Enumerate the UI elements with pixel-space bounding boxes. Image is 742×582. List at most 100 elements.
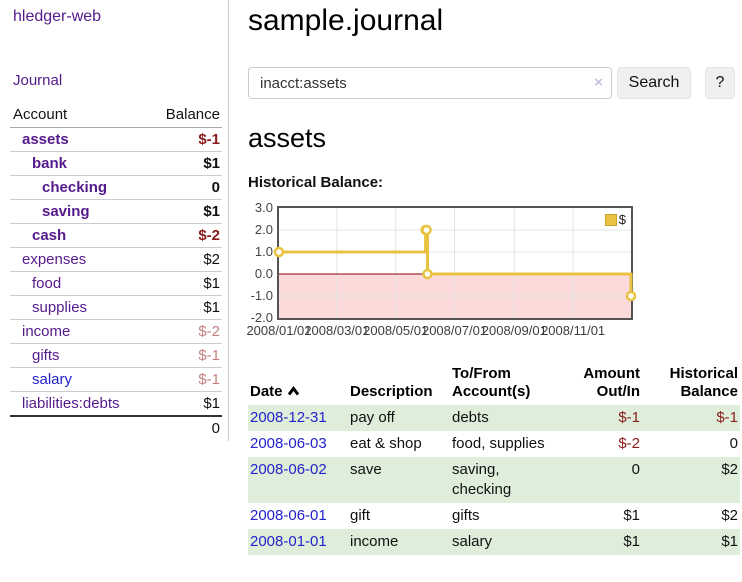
accounts-header-row: Account Balance	[10, 103, 222, 128]
help-button[interactable]: ?	[705, 67, 735, 99]
transaction-date-link[interactable]: 2008-06-03	[250, 435, 327, 452]
transactions-table: Date Description To/From Account(s) Amou…	[248, 363, 740, 555]
transaction-amount: $1	[556, 529, 642, 555]
legend-swatch-icon	[605, 214, 617, 226]
account-link-liabilities-debts[interactable]: liabilities:debts	[12, 395, 120, 412]
transaction-date-link[interactable]: 2008-06-01	[250, 507, 327, 524]
account-balance: $-1	[150, 368, 222, 392]
transaction-row: 2008-06-03 eat & shopfood, supplies$-20	[248, 431, 740, 457]
transaction-date-link[interactable]: 2008-06-02	[250, 461, 327, 478]
account-link-salary[interactable]: salary	[12, 371, 72, 388]
transaction-accounts: gifts	[450, 503, 556, 529]
nav-journal-link[interactable]: Journal	[13, 72, 228, 89]
y-axis-tick-label: 1.0	[239, 244, 273, 260]
account-balance: $1	[150, 392, 222, 417]
account-row: cash $-2	[10, 224, 222, 248]
transaction-date-link[interactable]: 2008-12-31	[250, 409, 327, 426]
transaction-description: pay off	[348, 405, 450, 431]
search-input[interactable]	[248, 67, 612, 99]
column-header-balance: Historical Balance	[642, 363, 740, 405]
transaction-description: eat & shop	[348, 431, 450, 457]
account-row: income $-2	[10, 320, 222, 344]
account-balance: $-2	[150, 320, 222, 344]
account-balance: $1	[150, 152, 222, 176]
account-balance: $1	[150, 200, 222, 224]
clear-search-icon[interactable]: ×	[594, 73, 603, 93]
transaction-accounts: food, supplies	[450, 431, 556, 457]
account-row: expenses$2	[10, 248, 222, 272]
transaction-balance: 0	[642, 431, 740, 457]
y-axis-tick-label: -1.0	[239, 288, 273, 304]
y-axis-tick-label: 0.0	[239, 266, 273, 282]
transactions-body: 2008-12-31pay offdebts$-1$-12008-06-03ea…	[248, 405, 740, 555]
account-link-supplies[interactable]: supplies	[12, 299, 87, 316]
sidebar: hledger-web Journal Account Balance asse…	[0, 0, 229, 441]
y-axis-tick-label: 2.0	[239, 222, 273, 238]
account-link-bank[interactable]: bank	[12, 155, 67, 172]
account-link-gifts[interactable]: gifts	[12, 347, 60, 364]
chart-svg	[279, 208, 631, 318]
transaction-description: gift	[348, 503, 450, 529]
transaction-description: income	[348, 529, 450, 555]
account-row: food $1	[10, 272, 222, 296]
transaction-accounts: saving, checking	[450, 457, 556, 503]
account-balance: $1	[150, 272, 222, 296]
account-row: salary $-1	[10, 368, 222, 392]
account-balance: $1	[150, 296, 222, 320]
account-row: bank $1	[10, 152, 222, 176]
account-row: saving $1	[10, 200, 222, 224]
x-axis-tick-label: 2008/11/01	[538, 323, 608, 338]
account-link-income[interactable]: income	[12, 323, 70, 340]
y-axis-tick-label: 3.0	[239, 200, 273, 216]
account-balance: 0	[150, 176, 222, 200]
accounts-body: assets$-1bank$1checking0saving$1cash$-2e…	[10, 128, 222, 417]
accounts-total-value: 0	[150, 416, 222, 440]
account-row: supplies $1	[10, 296, 222, 320]
main-content: sample.journal × Search ? assets Histori…	[248, 0, 742, 555]
transaction-row: 2008-06-01 giftgifts$1$2	[248, 503, 740, 529]
transaction-amount: $1	[556, 503, 642, 529]
account-link-checking[interactable]: checking	[12, 179, 107, 196]
accounts-header-account: Account	[10, 103, 150, 128]
accounts-table: Account Balance assets$-1bank$1checking0…	[10, 103, 222, 440]
page-title: sample.journal	[248, 4, 742, 38]
account-row: gifts $-1	[10, 344, 222, 368]
account-link-saving[interactable]: saving	[12, 203, 90, 220]
sort-ascending-icon	[287, 384, 300, 402]
y-axis-tick-label: -2.0	[239, 310, 273, 326]
chart-legend: $	[603, 211, 628, 228]
app-title-link[interactable]: hledger-web	[13, 8, 228, 26]
transaction-accounts: debts	[450, 405, 556, 431]
transaction-row: 2008-12-31pay offdebts$-1$-1	[248, 405, 740, 431]
account-balance: $-1	[150, 344, 222, 368]
account-row: checking 0	[10, 176, 222, 200]
transaction-balance: $2	[642, 457, 740, 503]
legend-label: $	[619, 212, 626, 227]
account-link-food[interactable]: food	[12, 275, 61, 292]
column-header-description: Description	[348, 363, 450, 405]
account-link-expenses[interactable]: expenses	[12, 251, 86, 268]
transaction-row: 2008-01-01incomesalary$1$1	[248, 529, 740, 555]
chart-x-axis: 2008/01/012008/03/012008/05/012008/07/01…	[277, 323, 633, 339]
transaction-amount: $-1	[556, 405, 642, 431]
historical-balance-chart[interactable]: $ 2008/01/012008/03/012008/05/012008/07/…	[277, 206, 633, 339]
account-link-cash[interactable]: cash	[12, 227, 66, 244]
search-button[interactable]: Search	[617, 67, 691, 99]
transaction-row: 2008-06-02savesaving, checking0$2	[248, 457, 740, 503]
transaction-amount: $-2	[556, 431, 642, 457]
transaction-date-link[interactable]: 2008-01-01	[250, 533, 327, 550]
column-header-date[interactable]: Date	[248, 363, 348, 405]
transaction-balance: $-1	[642, 405, 740, 431]
account-balance: $-2	[150, 224, 222, 248]
transaction-amount: 0	[556, 457, 642, 503]
account-heading: assets	[248, 123, 742, 154]
account-link-assets[interactable]: assets	[12, 131, 69, 148]
chart-plot-area[interactable]: $	[277, 206, 633, 320]
transaction-balance: $2	[642, 503, 740, 529]
column-header-accounts: To/From Account(s)	[450, 363, 556, 405]
accounts-total-row: 0	[10, 416, 222, 440]
account-row: assets$-1	[10, 128, 222, 152]
transaction-accounts: salary	[450, 529, 556, 555]
transactions-header-row: Date Description To/From Account(s) Amou…	[248, 363, 740, 405]
chart-title: Historical Balance:	[248, 174, 742, 191]
